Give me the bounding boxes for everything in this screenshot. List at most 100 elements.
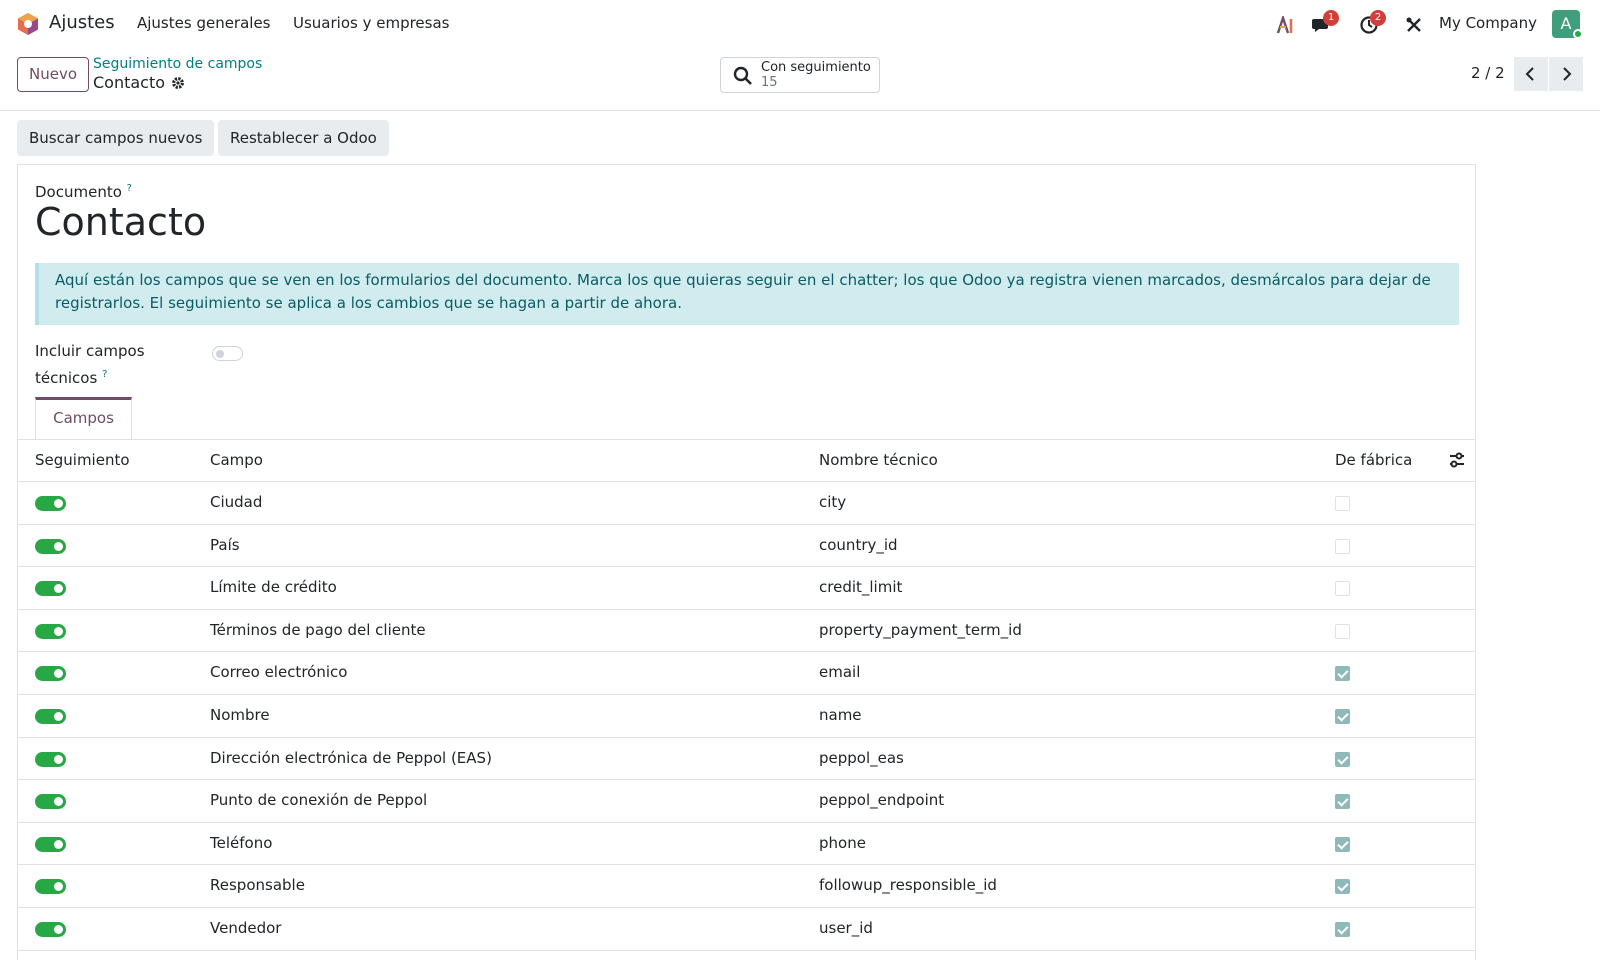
tracking-toggle[interactable] [35,708,66,724]
technical-name: city [819,493,847,511]
info-alert: Aquí están los campos que se ven en los … [35,263,1459,325]
table-row[interactable]: Teléfono phone [17,823,1476,866]
technical-name: phone [819,833,866,852]
breadcrumb-current-label: Contacto [93,73,166,92]
include-technical-label-line1: Incluir campos [35,342,145,360]
column-header-tracking[interactable]: Seguimiento [35,451,130,469]
technical-name: credit_limit [819,578,903,597]
default-checkbox [1335,581,1350,597]
field-label: Correo electrónico [210,663,348,682]
help-tooltip-icon[interactable]: ? [102,369,107,380]
include-technical-label-line2: técnicos [35,369,98,387]
default-checkbox [1335,538,1350,554]
tracking-toggle[interactable] [35,538,66,554]
default-checkbox [1335,623,1350,639]
tracking-toggle[interactable] [35,794,66,810]
help-tooltip-icon[interactable]: ? [127,183,132,194]
table-row[interactable]: Nombre name [17,695,1476,738]
menu-general-settings[interactable]: Ajustes generales [137,14,271,32]
technical-name: peppol_endpoint [819,791,945,810]
app-name[interactable]: Ajustes [49,12,115,33]
column-header-default[interactable]: De fábrica [1335,451,1412,469]
search-icon[interactable] [733,66,753,86]
breadcrumb-parent[interactable]: Seguimiento de campos [93,56,262,72]
search-filter-label: Con seguimiento [761,60,871,75]
field-label: Dirección electrónica de Peppol (EAS) [210,748,492,767]
find-new-fields-button[interactable]: Buscar campos nuevos [17,120,215,156]
default-checkbox [1335,708,1350,724]
breadcrumb-current: Contacto [93,73,185,92]
technical-name: email [819,663,861,682]
technical-name: followup_responsible_id [819,876,997,895]
field-label: Vendedor [210,918,282,937]
control-panel: Nuevo Seguimiento de campos Contacto Con… [0,48,1600,111]
tracking-toggle[interactable] [35,623,66,639]
default-checkbox [1335,666,1350,682]
tracking-toggle[interactable] [35,581,66,597]
tracking-toggle[interactable] [35,879,66,895]
pager-next-button[interactable] [1549,57,1583,91]
table-row[interactable]: Ciudad city [17,482,1476,525]
default-checkbox [1335,751,1350,767]
field-label: Punto de conexión de Peppol [210,791,428,810]
search-filter-facet[interactable]: Con seguimiento 15 [720,57,880,93]
table-row[interactable]: Límite de crédito credit_limit [17,567,1476,610]
tracking-toggle[interactable] [35,666,66,682]
technical-name: user_id [819,918,873,937]
fields-table: Seguimiento Campo Nombre técnico De fábr… [17,440,1476,951]
table-row[interactable]: Responsable followup_responsible_id [17,865,1476,908]
odoo-logo-icon[interactable] [16,12,40,36]
include-technical-label: Incluir campos técnicos ? [35,340,145,390]
field-label: Términos de pago del cliente [210,620,426,639]
gear-icon[interactable] [171,76,185,90]
include-technical-toggle[interactable] [212,346,243,361]
company-switcher[interactable]: My Company [1439,14,1537,32]
table-row[interactable]: Dirección electrónica de Peppol (EAS) pep… [17,738,1476,781]
document-label-text: Documento [35,183,122,201]
messages-badge: 1 [1323,10,1339,26]
default-checkbox [1335,879,1350,895]
new-button[interactable]: Nuevo [17,57,89,92]
table-row[interactable]: País country_id [17,525,1476,568]
debug-tools-icon[interactable] [1403,14,1425,36]
default-checkbox [1335,836,1350,852]
tracking-toggle[interactable] [35,751,66,767]
field-label: País [210,535,240,554]
table-row[interactable]: Términos de pago del cliente property_pay… [17,610,1476,653]
column-header-technical-name[interactable]: Nombre técnico [819,451,938,469]
table-row[interactable]: Vendedor user_id [17,908,1476,951]
technical-name: property_payment_term_id [819,620,1022,639]
activities-icon[interactable]: 2 [1358,10,1386,36]
document-label: Documento ? [35,183,132,201]
default-checkbox [1335,921,1350,937]
pager-value[interactable]: 2 / 2 [1471,64,1505,82]
optional-columns-icon[interactable] [1448,451,1466,469]
top-navbar: Ajustes Ajustes generales Usuarios y emp… [0,0,1600,48]
column-header-field[interactable]: Campo [210,451,263,469]
table-row[interactable]: Punto de conexión de Peppol peppol_endpoi… [17,780,1476,823]
default-checkbox [1335,794,1350,810]
messages-icon[interactable]: 1 [1311,10,1339,36]
field-label: Nombre [210,705,270,724]
search-filter-count: 15 [761,75,778,90]
table-row[interactable]: Correo electrónico email [17,652,1476,695]
tracking-toggle[interactable] [35,496,66,511]
chevron-left-icon [1525,67,1534,81]
field-label: Ciudad [210,493,263,511]
technical-name: name [819,705,862,724]
online-status-dot [1573,29,1583,39]
technical-name: peppol_eas [819,748,904,767]
pager-previous-button[interactable] [1514,57,1548,91]
menu-users-companies[interactable]: Usuarios y empresas [293,14,449,32]
tab-fields[interactable]: Campos [35,397,132,439]
field-label: Límite de crédito [210,578,337,597]
ai-icon[interactable] [1275,14,1297,36]
tracking-toggle[interactable] [35,921,66,937]
technical-name: country_id [819,535,898,554]
field-label: Teléfono [210,833,273,852]
tracking-toggle[interactable] [35,836,66,852]
default-checkbox [1335,496,1350,511]
reset-to-odoo-button[interactable]: Restablecer a Odoo [218,120,389,156]
activities-badge: 2 [1370,10,1386,26]
document-title: Contacto [35,200,207,244]
